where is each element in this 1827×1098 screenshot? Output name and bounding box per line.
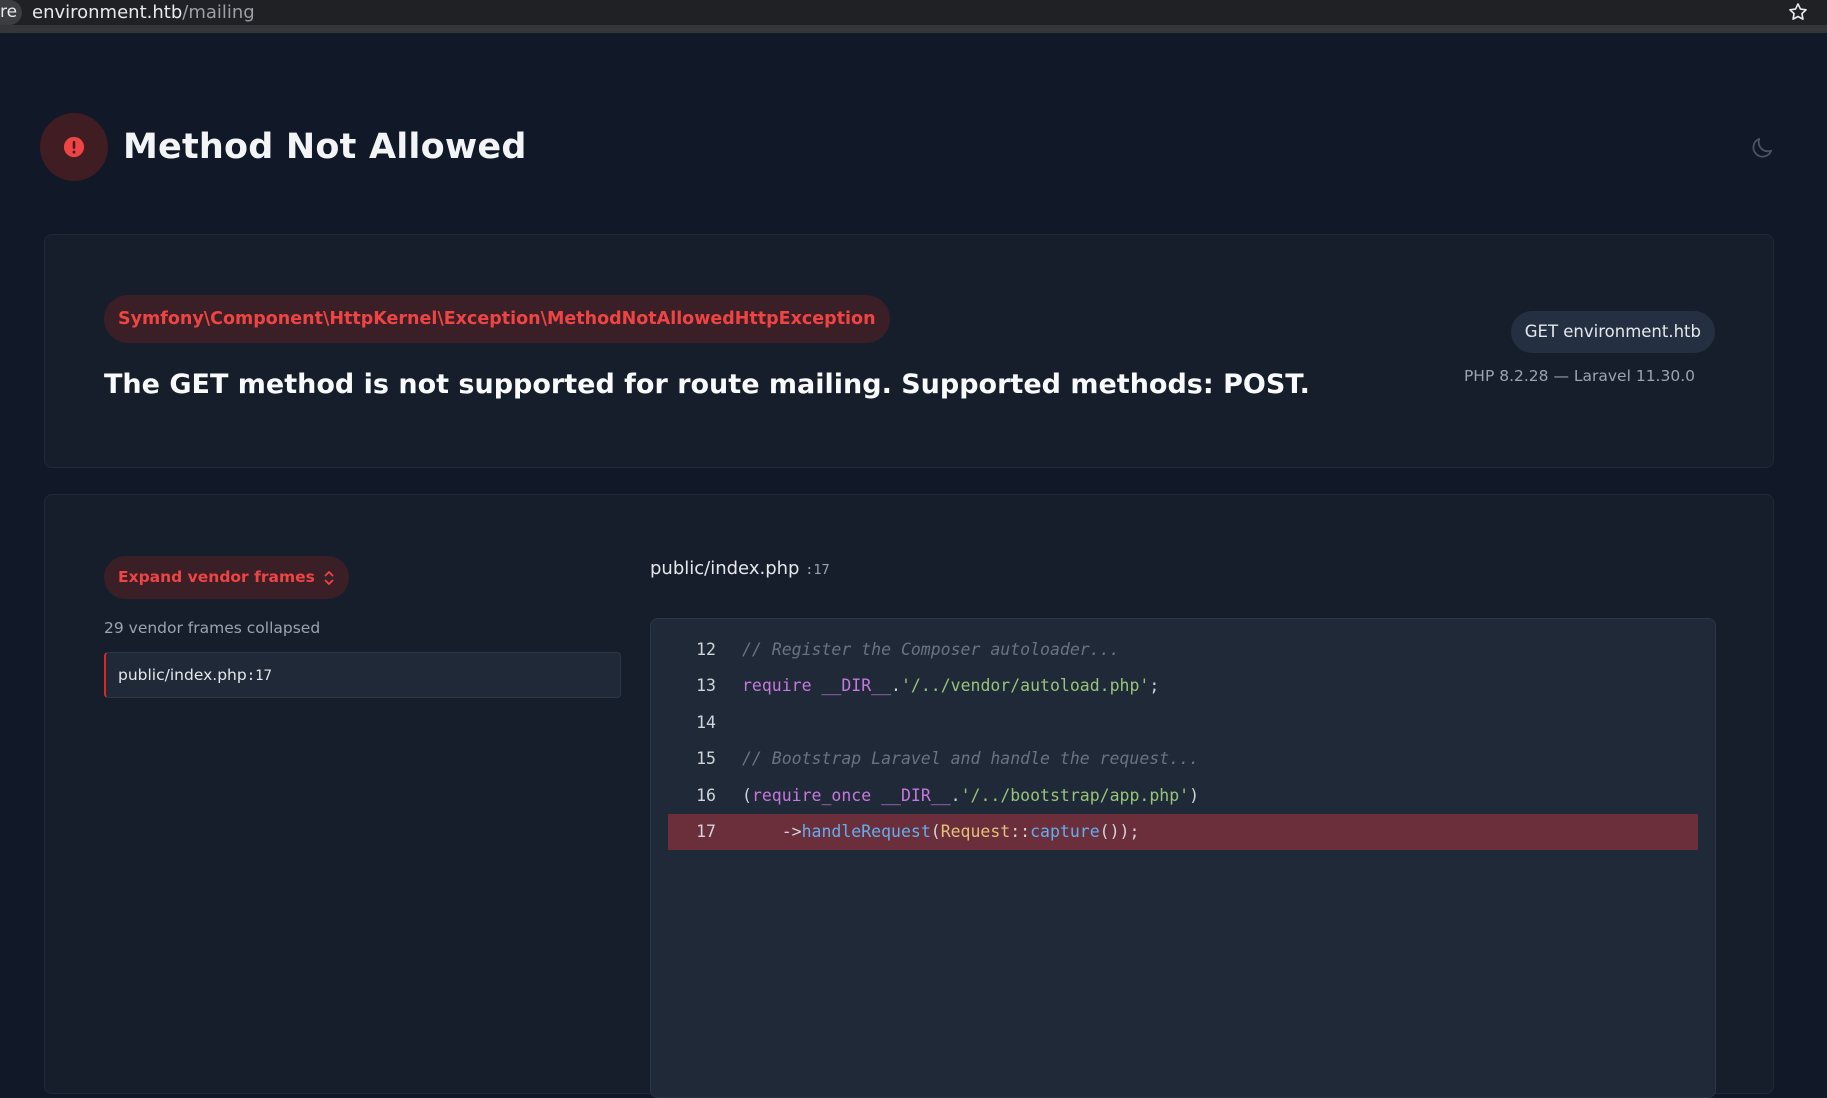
expand-vendor-frames-button[interactable]: Expand vendor frames	[104, 556, 349, 599]
code-snippet-panel: 12 // Register the Composer autoloader...…	[650, 618, 1716, 1098]
code-line-text: ->handleRequest(Request::capture());	[742, 821, 1140, 841]
url-host: environment.htb	[32, 2, 183, 23]
browser-tab-edge[interactable]: re	[0, 0, 22, 25]
code-line-number: 17	[696, 821, 716, 841]
code-file-heading: public/index.php :17	[650, 558, 830, 579]
exception-class-badge[interactable]: Symfony\Component\HttpKernel\Exception\M…	[104, 295, 890, 343]
url-path: /mailing	[182, 2, 255, 23]
star-icon[interactable]	[1787, 1, 1809, 23]
error-icon-badge	[40, 113, 108, 181]
exception-message: The GET method is not supported for rout…	[104, 369, 1310, 400]
request-badge[interactable]: GET environment.htb	[1510, 311, 1715, 353]
url-field[interactable]: environment.htb/mailing	[32, 0, 255, 25]
code-line: 13 require __DIR__.'/../vendor/autoload.p…	[668, 668, 1698, 704]
page-header: Method Not Allowed	[40, 113, 527, 181]
code-line-text: // Register the Composer autoloader...	[742, 640, 1120, 659]
code-line-text: require __DIR__.'/../vendor/autoload.php…	[742, 676, 1160, 696]
code-line: 15 // Bootstrap Laravel and handle the re…	[668, 741, 1698, 777]
frame-file: public/index.php	[118, 666, 247, 684]
page-title: Method Not Allowed	[123, 127, 527, 167]
exception-card: Symfony\Component\HttpKernel\Exception\M…	[44, 234, 1774, 468]
code-line: 14	[668, 705, 1698, 741]
version-info: PHP 8.2.28 — Laravel 11.30.0	[1463, 367, 1695, 385]
code-line: 12 // Register the Composer autoloader...	[668, 632, 1698, 668]
code-file-name: public/index.php	[650, 558, 800, 579]
frame-line: :17	[246, 668, 272, 684]
code-line-number: 15	[696, 749, 716, 769]
chevron-up-down-icon	[324, 570, 334, 585]
moon-icon[interactable]	[1749, 135, 1775, 161]
code-line-number: 16	[696, 785, 716, 805]
code-line-number: 12	[696, 640, 716, 659]
exclamation-circle-icon	[63, 136, 85, 158]
code-line-number: 13	[696, 676, 716, 696]
code-line-text: // Bootstrap Laravel and handle the requ…	[742, 749, 1199, 769]
vendor-frames-collapsed-note: 29 vendor frames collapsed	[104, 619, 321, 637]
code-line-number: 14	[696, 712, 716, 732]
code-line: 17 ->handleRequest(Request::capture());	[668, 813, 1698, 851]
stack-trace-card: Expand vendor frames 29 vendor frames co…	[44, 494, 1774, 1098]
browser-address-bar: re environment.htb/mailing	[0, 0, 1827, 33]
expand-vendor-frames-label: Expand vendor frames	[118, 568, 315, 586]
code-line: 16 (require_once __DIR__.'/../bootstrap/a…	[668, 778, 1698, 814]
code-file-line: :17	[805, 562, 830, 578]
code-line-text: (require_once __DIR__.'/../bootstrap/app…	[742, 785, 1199, 805]
stack-frame-item[interactable]: public/index.php:17	[104, 652, 621, 698]
